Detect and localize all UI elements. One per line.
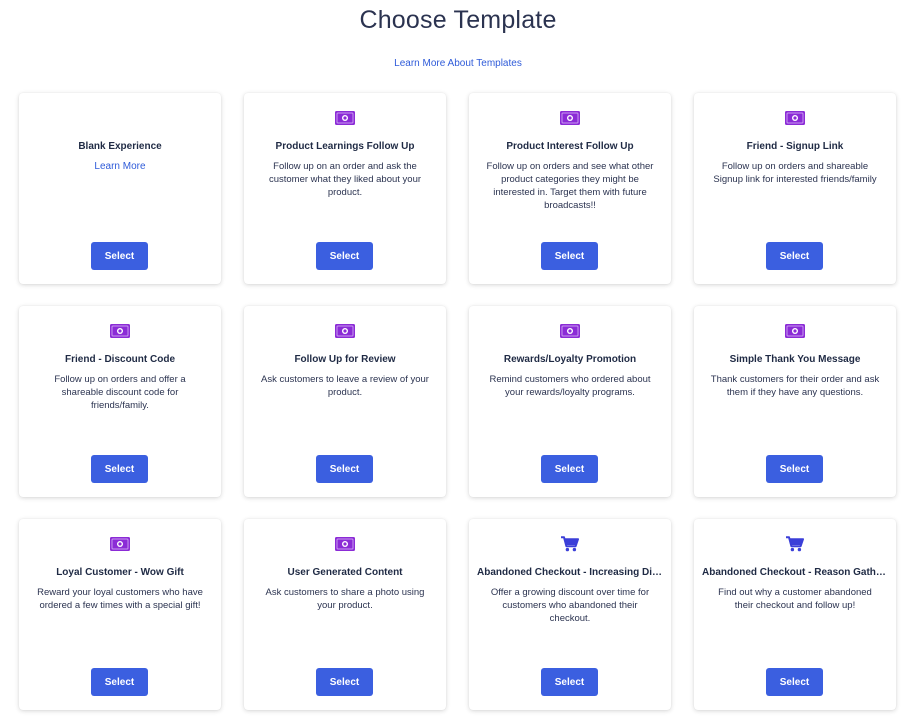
template-description: Remind customers who ordered about your … <box>489 374 651 398</box>
select-button[interactable]: Select <box>316 455 373 483</box>
template-description: Thank customers for their order and ask … <box>710 374 880 398</box>
money-icon <box>19 322 221 340</box>
money-icon <box>19 535 221 553</box>
learn-more-link[interactable]: Learn More <box>19 161 221 172</box>
template-title: Follow Up for Review <box>294 354 396 365</box>
template-card-friend-signup-link: Friend - Signup Link Follow up on orders… <box>694 93 896 284</box>
money-icon <box>469 109 671 127</box>
template-title: Blank Experience <box>78 141 162 152</box>
money-icon <box>694 109 896 127</box>
select-button[interactable]: Select <box>766 668 823 696</box>
template-card-product-interest-follow-up: Product Interest Follow Up Follow up on … <box>469 93 671 284</box>
select-button[interactable]: Select <box>766 455 823 483</box>
template-title: Abandoned Checkout - Increasing Disc... <box>477 567 663 578</box>
template-card-user-generated-content: User Generated Content Ask customers to … <box>244 519 446 710</box>
template-description: Follow up on orders and see what other p… <box>486 161 654 211</box>
money-icon <box>694 322 896 340</box>
template-description: Follow up on an order and ask the custom… <box>268 161 422 198</box>
template-description: Reward your loyal customers who have ord… <box>37 587 203 611</box>
template-card-product-learnings-follow-up: Product Learnings Follow Up Follow up on… <box>244 93 446 284</box>
template-card-follow-up-for-review: Follow Up for Review Ask customers to le… <box>244 306 446 497</box>
template-description: Follow up on orders and offer a shareabl… <box>54 374 186 411</box>
template-card-blank-experience: Blank Experience Learn More Select <box>19 93 221 284</box>
template-title: Product Interest Follow Up <box>506 141 634 152</box>
select-button[interactable]: Select <box>316 668 373 696</box>
template-card-rewards-loyalty-promotion: Rewards/Loyalty Promotion Remind custome… <box>469 306 671 497</box>
select-button[interactable]: Select <box>766 242 823 270</box>
template-title: Abandoned Checkout - Reason Gather... <box>702 567 888 578</box>
money-icon <box>469 322 671 340</box>
template-description: Ask customers to leave a review of your … <box>261 374 429 398</box>
page-title: Choose Template <box>359 6 557 34</box>
template-title: Rewards/Loyalty Promotion <box>503 354 637 365</box>
template-title: Friend - Signup Link <box>746 141 844 152</box>
template-description: Ask customers to share a photo using you… <box>265 587 425 611</box>
choose-template-page: Choose Template Learn More About Templat… <box>0 0 921 725</box>
learn-more-templates-link[interactable]: Learn More About Templates <box>0 58 916 69</box>
select-button[interactable]: Select <box>541 242 598 270</box>
template-card-friend-discount-code: Friend - Discount Code Follow up on orde… <box>19 306 221 497</box>
template-title: Simple Thank You Message <box>729 354 861 365</box>
money-icon <box>244 109 446 127</box>
template-card-abandoned-checkout-increasing-discount: Abandoned Checkout - Increasing Disc... … <box>469 519 671 710</box>
select-button[interactable]: Select <box>91 242 148 270</box>
template-description: Offer a growing discount over time for c… <box>490 587 650 624</box>
template-description: Follow up on orders and shareable Signup… <box>713 161 877 185</box>
template-title: Friend - Discount Code <box>65 354 175 365</box>
template-description: Find out why a customer abandoned their … <box>718 587 872 611</box>
select-button[interactable]: Select <box>91 455 148 483</box>
cart-icon <box>694 535 896 553</box>
select-button[interactable]: Select <box>91 668 148 696</box>
cart-icon <box>469 535 671 553</box>
template-card-simple-thank-you-message: Simple Thank You Message Thank customers… <box>694 306 896 497</box>
select-button[interactable]: Select <box>316 242 373 270</box>
template-title: Product Learnings Follow Up <box>275 141 415 152</box>
money-icon <box>244 535 446 553</box>
template-grid: Blank Experience Learn More Select Produ… <box>19 93 896 710</box>
select-button[interactable]: Select <box>541 455 598 483</box>
select-button[interactable]: Select <box>541 668 598 696</box>
template-title: Loyal Customer - Wow Gift <box>56 567 184 578</box>
template-title: User Generated Content <box>287 567 403 578</box>
money-icon <box>244 322 446 340</box>
template-card-abandoned-checkout-reason-gathering: Abandoned Checkout - Reason Gather... Fi… <box>694 519 896 710</box>
template-card-loyal-customer-wow-gift: Loyal Customer - Wow Gift Reward your lo… <box>19 519 221 710</box>
